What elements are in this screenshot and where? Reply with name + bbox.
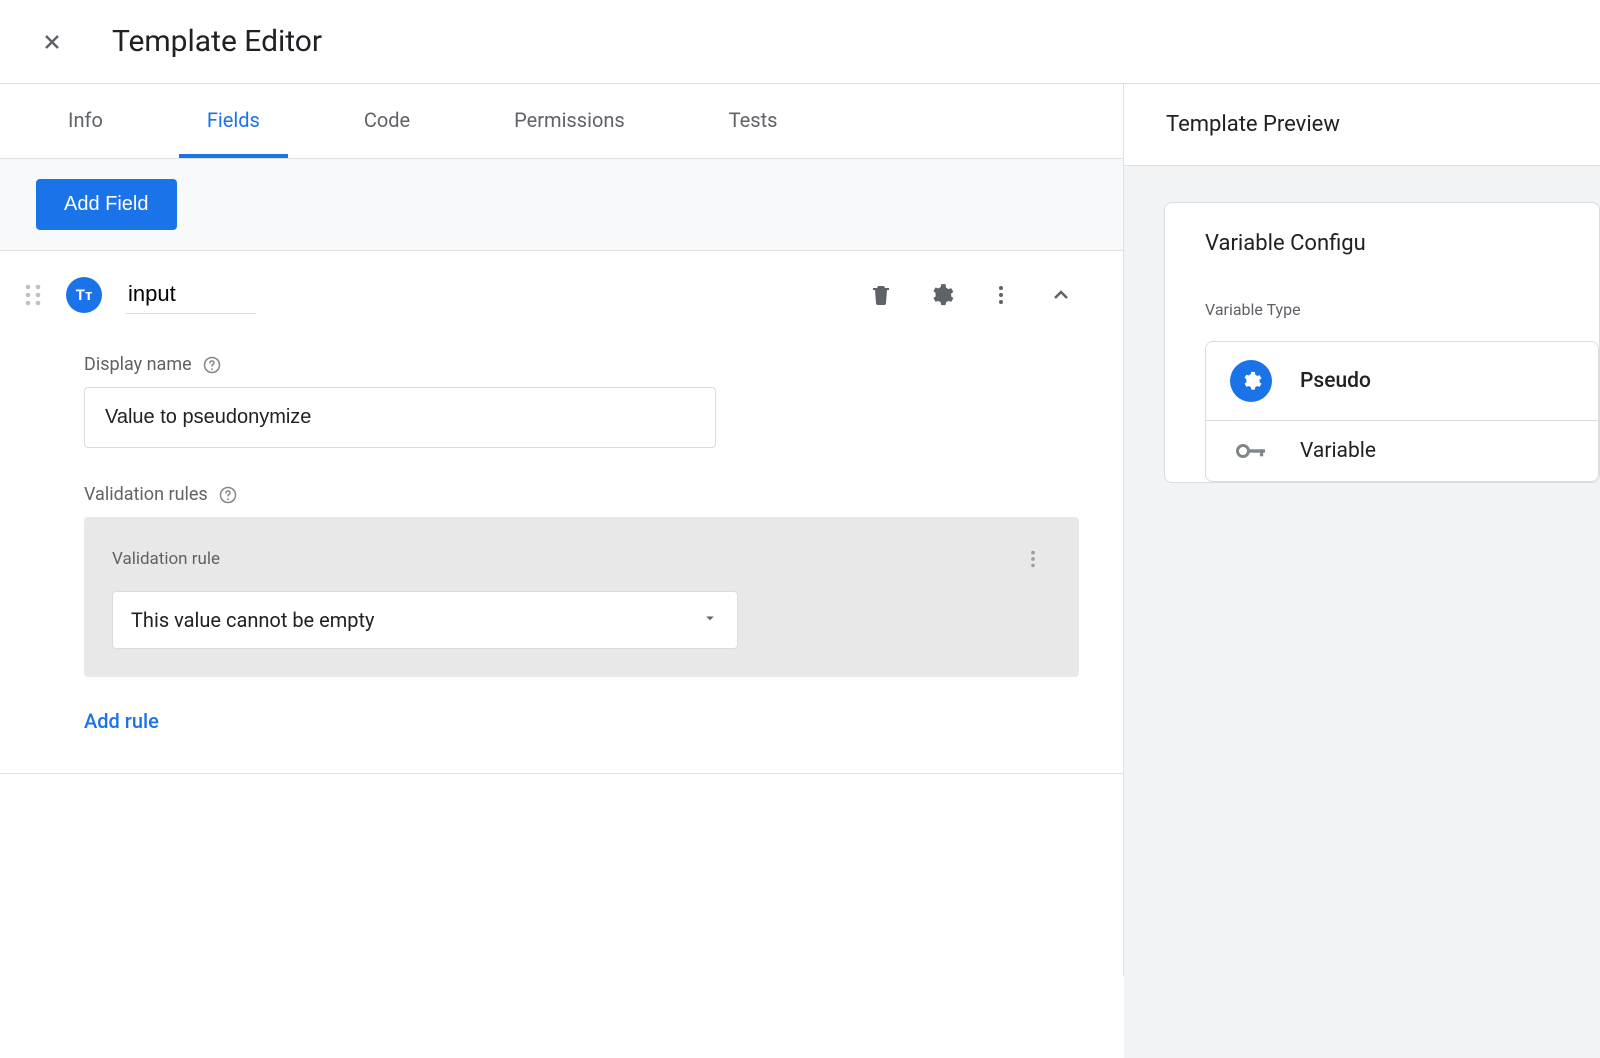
editor-header: Template Editor [0, 0, 1600, 84]
field-panel: Tᴛ [0, 251, 1123, 774]
gear-circle-icon [1230, 360, 1272, 402]
variable-row[interactable]: Variable [1206, 420, 1598, 481]
variable-config-title: Variable Configu [1205, 231, 1599, 256]
validation-rules-label-text: Validation rules [84, 484, 208, 505]
tabs: Info Fields Code Permissions Tests [0, 84, 1123, 159]
display-name-label-text: Display name [84, 354, 192, 375]
chevron-down-icon [701, 609, 719, 631]
preview-title: Template Preview [1124, 84, 1600, 166]
validation-card-header: Validation rule [112, 541, 1051, 577]
field-type-text-icon: Tᴛ [66, 277, 102, 313]
preview-body: Variable Configu Variable Type Pseudo Va… [1124, 166, 1600, 1058]
field-actions [863, 277, 1079, 313]
more-vert-icon[interactable] [983, 277, 1019, 313]
gear-icon[interactable] [923, 277, 959, 313]
add-rule-button[interactable]: Add rule [84, 709, 159, 733]
variable-type-label: Variable Type [1205, 300, 1599, 319]
help-icon[interactable] [218, 485, 238, 505]
drag-handle-icon[interactable] [24, 282, 42, 308]
variable-type-box: Pseudo Variable [1205, 341, 1599, 482]
tab-fields[interactable]: Fields [179, 84, 288, 158]
left-panel: Info Fields Code Permissions Tests Add F… [0, 84, 1124, 976]
tab-code[interactable]: Code [336, 84, 438, 158]
variable-type-name: Pseudo [1300, 369, 1371, 393]
page-title: Template Editor [112, 24, 322, 59]
validation-rules-label: Validation rules [84, 484, 1079, 505]
validation-rules-section: Validation rules Validation rule [84, 484, 1079, 733]
field-name-input[interactable] [126, 275, 256, 314]
variable-row-label: Variable [1300, 439, 1376, 463]
variable-type-row[interactable]: Pseudo [1206, 342, 1598, 420]
collapse-icon[interactable] [1043, 277, 1079, 313]
main-container: Info Fields Code Permissions Tests Add F… [0, 84, 1600, 976]
tab-permissions[interactable]: Permissions [486, 84, 653, 158]
validation-rule-card: Validation rule This value cannot be emp… [84, 517, 1079, 677]
field-header: Tᴛ [24, 275, 1079, 314]
field-body: Display name Validation rules [24, 314, 1079, 733]
tab-tests[interactable]: Tests [701, 84, 806, 158]
tab-info[interactable]: Info [40, 84, 131, 158]
validation-rule-card-label: Validation rule [112, 549, 220, 569]
add-field-bar: Add Field [0, 159, 1123, 251]
variable-config-card: Variable Configu Variable Type Pseudo Va… [1164, 202, 1600, 483]
display-name-input[interactable] [84, 387, 716, 448]
add-field-button[interactable]: Add Field [36, 179, 177, 230]
key-icon [1230, 442, 1272, 460]
help-icon[interactable] [202, 355, 222, 375]
validation-rule-dropdown[interactable]: This value cannot be empty [112, 591, 738, 649]
preview-panel: Template Preview Variable Configu Variab… [1124, 84, 1600, 976]
close-icon[interactable] [40, 30, 64, 54]
delete-icon[interactable] [863, 277, 899, 313]
dropdown-selected-text: This value cannot be empty [131, 608, 375, 632]
more-vert-icon[interactable] [1015, 541, 1051, 577]
display-name-label: Display name [84, 354, 1079, 375]
